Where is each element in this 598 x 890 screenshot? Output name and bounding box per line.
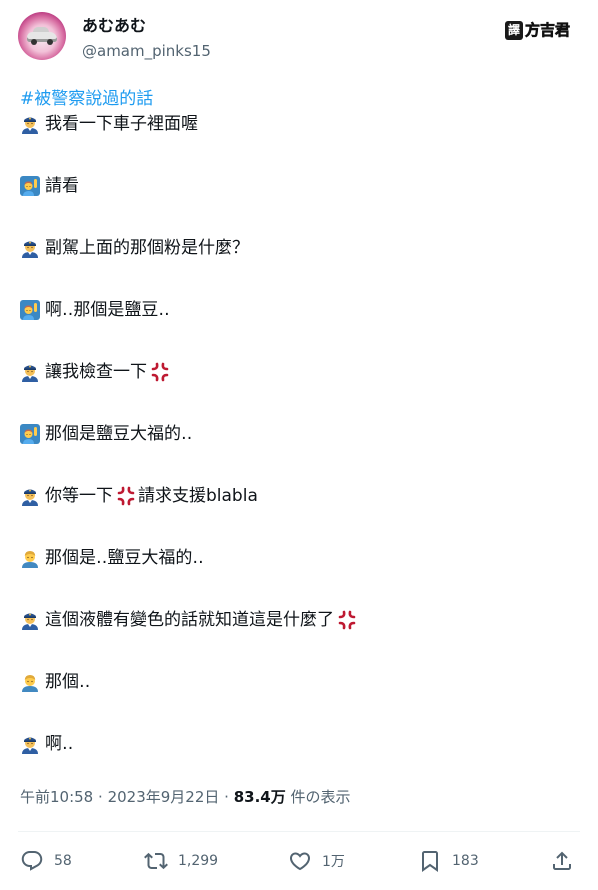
watermark-text: 方吉君 (524, 21, 571, 40)
dialogue-line: 你等一下 請求支援blabla (20, 484, 580, 508)
reply-count: 58 (54, 853, 72, 869)
tweet-text: #被警察說過的話 我看一下車子裡面喔 請看副駕上面的那個粉是什麼？ 啊‥那個是鹽豆‥… (20, 86, 580, 756)
anger-symbol-icon (150, 362, 170, 382)
police-officer-icon (20, 238, 40, 258)
watermark-box: 譯 (504, 20, 523, 40)
dialogue-lines: 我看一下車子裡面喔 請看副駕上面的那個粉是什麼？ 啊‥那個是鹽豆‥ 讓我檢查一下那個是… (20, 112, 580, 756)
dialogue-line: 請看 (20, 174, 580, 198)
meta-separator: · (224, 788, 229, 806)
share-button[interactable] (550, 846, 574, 876)
person-raising-hand-icon (20, 300, 40, 320)
tweet-date[interactable]: 2023年9月22日 (108, 788, 220, 806)
police-officer-icon (20, 486, 40, 506)
action-bar: 58 1,299 1万 183 (20, 846, 580, 876)
translator-watermark: 譯 方吉君 (504, 19, 571, 41)
dialogue-line: 我看一下車子裡面喔 (20, 112, 580, 136)
dialogue-text: 副駕上面的那個粉是什麼？ (45, 238, 249, 258)
like-count: 1万 (322, 854, 345, 870)
dialogue-line: 讓我檢查一下 (20, 360, 580, 384)
dialogue-text: 你等一下 (45, 486, 113, 506)
dialogue-text: 那個是‥鹽豆大福的‥ (45, 548, 204, 568)
person-raising-hand-icon (20, 424, 40, 444)
police-officer-icon (20, 114, 40, 134)
dialogue-text: 啊‥那個是鹽豆‥ (45, 300, 170, 320)
dialogue-line: 那個‥ (20, 670, 580, 694)
divider (18, 831, 580, 832)
car-wheel-front (31, 39, 37, 45)
bookmark-button[interactable]: 183 (418, 846, 479, 876)
hashtag-link[interactable]: #被警察說過的話 (20, 86, 580, 112)
heart-icon (289, 852, 311, 871)
avatar[interactable] (18, 12, 66, 60)
reply-icon (21, 851, 43, 871)
dialogue-text: 這個液體有變色的話就知道這是什麼了 (45, 610, 334, 630)
repost-icon (144, 852, 168, 870)
dialogue-text-suffix: 請求支援blabla (138, 486, 258, 506)
dialogue-line: 啊‥ (20, 732, 580, 756)
anger-symbol-icon (337, 610, 357, 630)
dialogue-line: 這個液體有變色的話就知道這是什麼了 (20, 608, 580, 632)
dialogue-line: 啊‥那個是鹽豆‥ (20, 298, 580, 322)
views-label: 件の表示 (290, 788, 351, 806)
person-icon (20, 548, 40, 568)
tweet-header: あむあむ @amam_pinks15 譯 方吉君 (18, 12, 580, 62)
bookmark-count: 183 (452, 853, 479, 869)
person-raising-hand-icon (20, 176, 40, 196)
police-officer-icon (20, 610, 40, 630)
reply-button[interactable]: 58 (20, 846, 72, 876)
car-wheel-rear (47, 39, 53, 45)
repost-count: 1,299 (178, 853, 219, 869)
dialogue-text: 讓我檢查一下 (45, 362, 147, 382)
like-button[interactable]: 1万 (288, 846, 345, 876)
meta-separator: · (98, 788, 103, 806)
dialogue-line: 那個是鹽豆大福的‥ (20, 422, 580, 446)
views-count: 83.4万 (233, 788, 286, 806)
dialogue-text: 那個是鹽豆大福的‥ (45, 424, 193, 444)
repost-button[interactable]: 1,299 (144, 846, 218, 876)
dialogue-text: 啊‥ (45, 734, 74, 754)
share-icon (553, 851, 571, 870)
author-display-name[interactable]: あむあむ (82, 16, 146, 36)
tweet-meta: 午前10:58 · 2023年9月22日 · 83.4万 件の表示 (20, 787, 351, 807)
anger-symbol-icon (116, 486, 136, 506)
dialogue-text: 那個‥ (45, 672, 91, 692)
person-icon (20, 672, 40, 692)
tweet-time[interactable]: 午前10:58 (20, 788, 93, 806)
police-officer-icon (20, 734, 40, 754)
author-handle[interactable]: @amam_pinks15 (82, 41, 211, 61)
dialogue-line: 那個是‥鹽豆大福的‥ (20, 546, 580, 570)
dialogue-text: 請看 (45, 176, 79, 196)
bookmark-icon (422, 851, 438, 872)
police-officer-icon (20, 362, 40, 382)
dialogue-text: 我看一下車子裡面喔 (45, 114, 198, 134)
dialogue-line: 副駕上面的那個粉是什麼？ (20, 236, 580, 260)
